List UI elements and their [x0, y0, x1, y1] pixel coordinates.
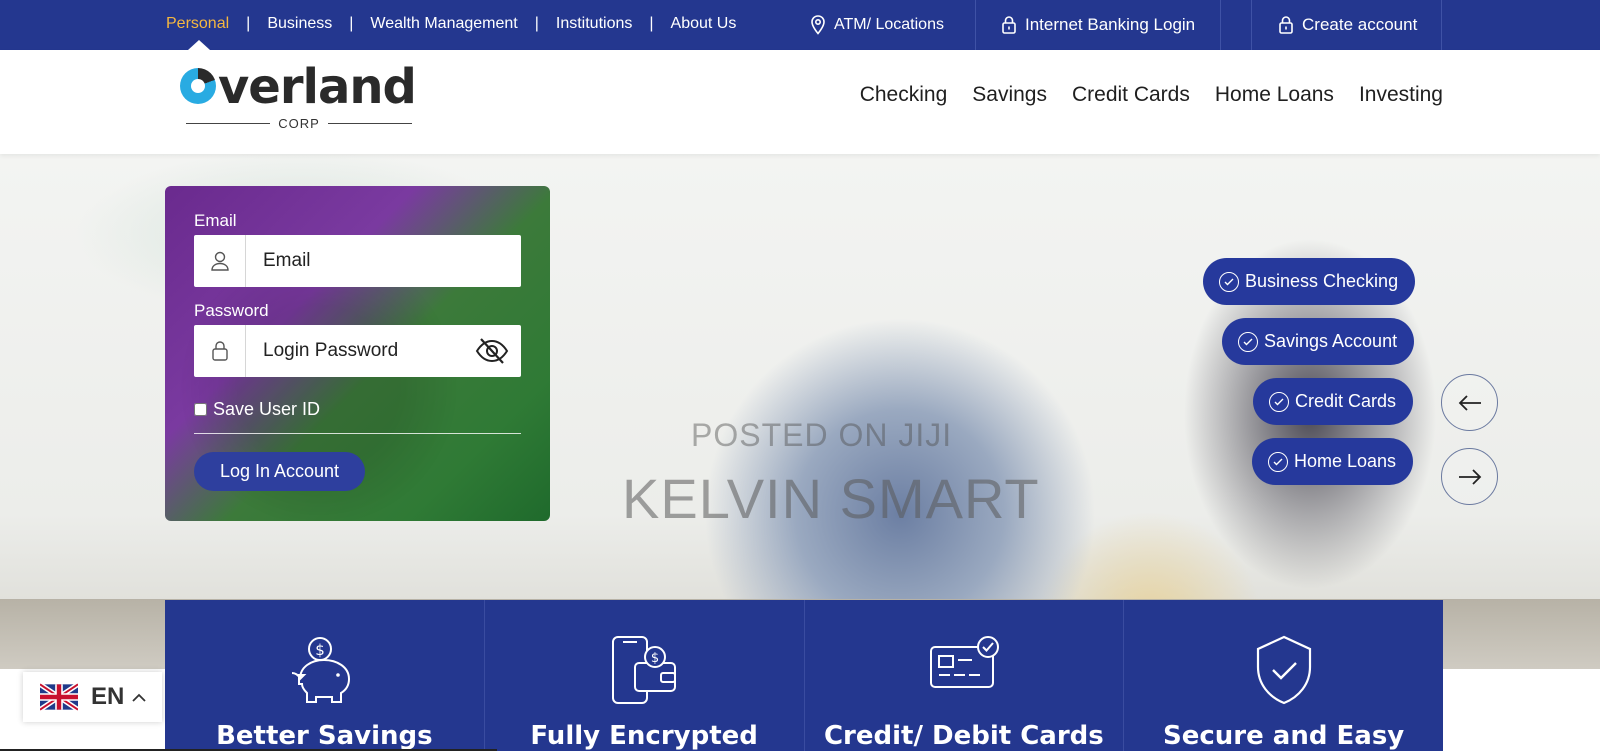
logo-corp-text: CORP [278, 116, 320, 131]
segment-institutions[interactable]: Institutions [556, 15, 632, 33]
chevron-up-icon [132, 693, 146, 702]
lock-icon [194, 325, 246, 377]
divider [1220, 0, 1221, 50]
main-nav: Checking Savings Credit Cards Home Loans… [835, 50, 1443, 140]
credit-card-check-icon [929, 636, 999, 688]
nav-credit-cards[interactable]: Credit Cards [1072, 83, 1190, 107]
email-input[interactable] [246, 250, 466, 272]
email-field-wrapper [194, 235, 521, 287]
password-label: Password [194, 301, 269, 320]
feature-title: Credit/ Debit Cards [823, 721, 1104, 751]
quick-link-home-loans[interactable]: Home Loans [1252, 438, 1414, 485]
nav-savings[interactable]: Savings [972, 83, 1047, 107]
top-bar: Personal | Business | Wealth Management … [0, 0, 1600, 50]
create-account-label: Create account [1302, 15, 1418, 34]
separator: | [246, 15, 251, 32]
quick-link-label: Business Checking [1245, 271, 1399, 291]
carousel-next-button[interactable] [1441, 448, 1498, 505]
nav-home-loans[interactable]: Home Loans [1215, 83, 1334, 107]
phone-wallet-icon: $ [612, 636, 677, 704]
divider [975, 0, 976, 50]
uk-flag-icon [40, 683, 78, 711]
nav-checking[interactable]: Checking [860, 83, 948, 107]
svg-text:$: $ [651, 651, 659, 666]
divider [1251, 0, 1252, 50]
quick-link-business-checking[interactable]: Business Checking [1203, 258, 1416, 305]
quick-link-label: Credit Cards [1295, 391, 1397, 411]
internet-banking-login-label: Internet Banking Login [1025, 15, 1196, 34]
password-field-wrapper [194, 325, 521, 377]
location-pin-icon [811, 15, 825, 35]
active-segment-caret [188, 40, 210, 50]
check-circle-icon [1238, 331, 1258, 352]
atm-locations-link[interactable]: ATM/ Locations [810, 0, 944, 50]
watermark-posted-on: POSTED ON JIJI [691, 417, 953, 453]
lock-icon [1279, 16, 1293, 34]
language-code: EN [91, 683, 125, 710]
arrow-right-icon [1458, 468, 1481, 485]
carousel-prev-button[interactable] [1441, 374, 1498, 431]
segment-business[interactable]: Business [267, 15, 332, 33]
logo-corp-line: CORP [178, 116, 420, 131]
check-circle-icon [1219, 271, 1239, 292]
arrow-left-icon [1458, 394, 1481, 411]
separator: | [534, 15, 539, 32]
toggle-password-visibility-icon[interactable] [475, 337, 509, 370]
divider [1441, 0, 1442, 50]
feature-secure-and-easy[interactable]: Secure and Easy [1124, 600, 1443, 751]
password-input[interactable] [246, 340, 466, 362]
feature-title: Better Savings [216, 721, 433, 751]
save-user-id-label: Save User ID [213, 399, 321, 419]
segment-nav: Personal | Business | Wealth Management … [166, 0, 736, 48]
save-user-id: Save User ID [194, 399, 320, 420]
watermark-name: KELVIN SMART [622, 467, 1040, 530]
check-circle-icon [1268, 451, 1288, 472]
quick-link-credit-cards[interactable]: Credit Cards [1253, 378, 1414, 425]
segment-personal[interactable]: Personal [166, 15, 229, 33]
quick-link-label: Savings Account [1264, 331, 1398, 351]
feature-fully-encrypted[interactable]: $ Fully Encrypted [485, 600, 805, 751]
logo-o-mark [180, 68, 216, 104]
feature-title: Secure and Easy [1163, 721, 1405, 751]
atm-locations-label: ATM/ Locations [834, 16, 944, 33]
logo-wordmark: verland [218, 59, 417, 115]
language-switcher[interactable]: EN [23, 672, 162, 722]
login-card: Email Password Save User ID Log In Accou… [165, 186, 550, 521]
feature-title: Fully Encrypted [530, 721, 758, 751]
shield-check-icon [1256, 635, 1311, 705]
nav-investing[interactable]: Investing [1359, 83, 1443, 107]
feature-band: $ Better Savings $ Fully Encrypted Credi… [165, 600, 1443, 751]
feature-credit-debit-cards[interactable]: Credit/ Debit Cards [805, 600, 1125, 751]
create-account-link[interactable]: Create account [1278, 0, 1417, 50]
lock-icon [1002, 16, 1016, 34]
internet-banking-login-link[interactable]: Internet Banking Login [1001, 0, 1195, 50]
save-user-id-checkbox[interactable] [194, 403, 207, 416]
segment-wealth-management[interactable]: Wealth Management [370, 15, 517, 33]
overland-logo[interactable]: verland CORP [178, 58, 428, 131]
login-divider [194, 433, 521, 434]
svg-text:$: $ [316, 641, 326, 659]
email-label: Email [194, 211, 237, 230]
login-button[interactable]: Log In Account [194, 452, 365, 491]
feature-better-savings[interactable]: $ Better Savings [165, 600, 485, 751]
user-icon [194, 235, 246, 287]
site-header: verland CORP Checking Savings Credit Car… [0, 50, 1600, 154]
piggy-bank-icon: $ [292, 637, 351, 703]
separator: | [349, 15, 354, 32]
quick-link-savings-account[interactable]: Savings Account [1222, 318, 1415, 365]
quick-link-label: Home Loans [1294, 451, 1397, 471]
separator: | [649, 15, 654, 32]
segment-about-us[interactable]: About Us [671, 15, 737, 33]
check-circle-icon [1269, 391, 1289, 412]
